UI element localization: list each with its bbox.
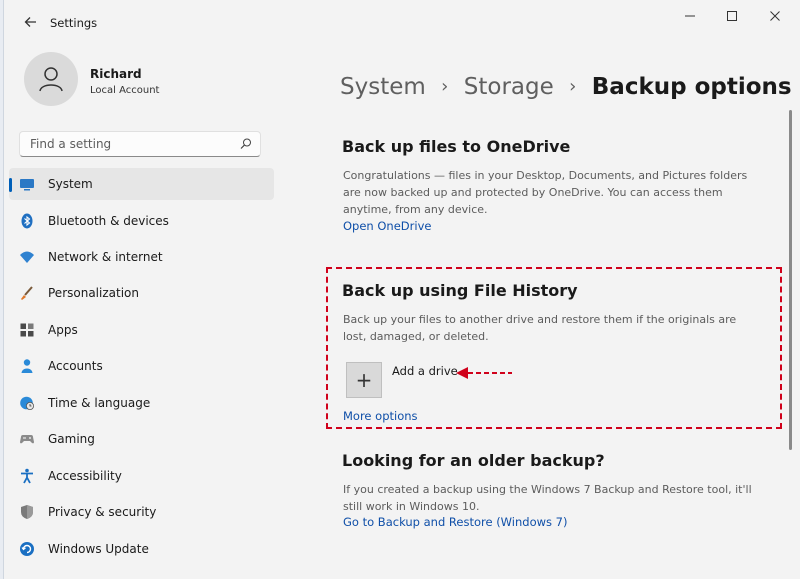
sidebar-item-system[interactable]: System xyxy=(9,168,274,200)
sidebar-item-label: Windows Update xyxy=(48,542,149,556)
wifi-icon xyxy=(20,251,34,263)
accessibility-icon xyxy=(21,468,33,484)
person-icon xyxy=(21,359,33,373)
older-backup-section-description: If you created a backup using the Window… xyxy=(343,483,752,513)
settings-window: Settings Richard Local Account Find a se… xyxy=(3,0,800,579)
backup-restore-link[interactable]: Go to Backup and Restore (Windows 7) xyxy=(343,515,567,529)
sidebar-item-accounts[interactable]: Accounts xyxy=(9,350,274,382)
brush-icon xyxy=(21,286,33,300)
sidebar-item-label: Accessibility xyxy=(48,469,122,483)
sidebar-item-privacy[interactable]: Privacy & security xyxy=(9,496,274,528)
globe-clock-icon xyxy=(20,396,34,410)
minimize-button[interactable] xyxy=(668,6,712,26)
older-backup-section-title: Looking for an older backup? xyxy=(342,451,605,470)
open-onedrive-link[interactable]: Open OneDrive xyxy=(343,219,431,233)
sidebar-item-network[interactable]: Network & internet xyxy=(9,241,274,273)
add-drive-button[interactable]: + xyxy=(346,362,382,398)
sidebar: Richard Local Account Find a setting Sys… xyxy=(4,40,294,579)
maximize-icon xyxy=(727,11,737,21)
onedrive-section-title: Back up files to OneDrive xyxy=(342,137,571,156)
sidebar-item-label: Apps xyxy=(48,323,78,337)
search-input[interactable]: Find a setting xyxy=(19,131,261,157)
page-title: Backup options xyxy=(591,74,792,100)
sidebar-item-time-language[interactable]: Time & language xyxy=(9,387,274,419)
sidebar-item-label: Accounts xyxy=(48,359,103,373)
shield-icon xyxy=(21,505,33,519)
title-bar: Settings xyxy=(4,0,800,40)
gamepad-icon xyxy=(20,435,34,444)
person-avatar-icon xyxy=(39,67,63,92)
update-icon xyxy=(20,542,34,556)
minimize-icon xyxy=(685,15,695,17)
close-button[interactable] xyxy=(753,6,797,26)
content-pane: System › Storage › Backup options Back up fi… xyxy=(324,40,792,579)
breadcrumb-separator: › xyxy=(441,76,449,97)
file-history-section-title: Back up using File History xyxy=(342,281,578,300)
bluetooth-icon xyxy=(21,213,33,229)
breadcrumb-system[interactable]: System xyxy=(340,74,426,100)
search-icon xyxy=(240,138,251,149)
monitor-icon xyxy=(20,179,34,191)
scrollbar[interactable] xyxy=(787,110,793,570)
sidebar-item-label: System xyxy=(48,177,93,191)
sidebar-item-apps[interactable]: Apps xyxy=(9,314,274,346)
add-drive-label[interactable]: Add a drive xyxy=(392,364,458,378)
close-icon xyxy=(770,11,780,21)
onedrive-section-description: Congratulations — files in your Desktop,… xyxy=(343,169,748,216)
avatar[interactable] xyxy=(24,52,78,106)
breadcrumb-storage[interactable]: Storage xyxy=(464,74,554,100)
sidebar-item-label: Gaming xyxy=(48,432,95,446)
sidebar-item-accessibility[interactable]: Accessibility xyxy=(9,460,274,492)
active-indicator xyxy=(9,178,12,192)
sidebar-item-windows-update[interactable]: Windows Update xyxy=(9,533,274,565)
breadcrumb-separator: › xyxy=(569,76,577,97)
annotation-arrow-icon xyxy=(456,367,512,379)
account-type: Local Account xyxy=(90,85,160,96)
back-arrow-icon xyxy=(24,17,36,27)
sidebar-item-label: Network & internet xyxy=(48,250,163,264)
app-title: Settings xyxy=(50,16,98,30)
sidebar-item-personalization[interactable]: Personalization xyxy=(9,277,274,309)
sidebar-item-bluetooth[interactable]: Bluetooth & devices xyxy=(9,205,274,237)
apps-icon xyxy=(20,323,34,337)
file-history-section-description: Back up your files to another drive and … xyxy=(343,313,737,343)
sidebar-item-label: Time & language xyxy=(48,396,151,410)
sidebar-item-label: Bluetooth & devices xyxy=(48,214,169,228)
search-placeholder: Find a setting xyxy=(30,137,112,151)
sidebar-item-gaming[interactable]: Gaming xyxy=(9,423,274,455)
back-button[interactable] xyxy=(20,11,42,33)
scrollbar-thumb[interactable] xyxy=(789,110,792,450)
maximize-button[interactable] xyxy=(710,6,754,26)
sidebar-item-label: Privacy & security xyxy=(48,505,157,519)
user-name: Richard xyxy=(90,67,142,81)
breadcrumb: System › Storage › Backup options xyxy=(340,74,792,100)
more-options-link[interactable]: More options xyxy=(343,409,418,423)
sidebar-item-label: Personalization xyxy=(48,286,139,300)
